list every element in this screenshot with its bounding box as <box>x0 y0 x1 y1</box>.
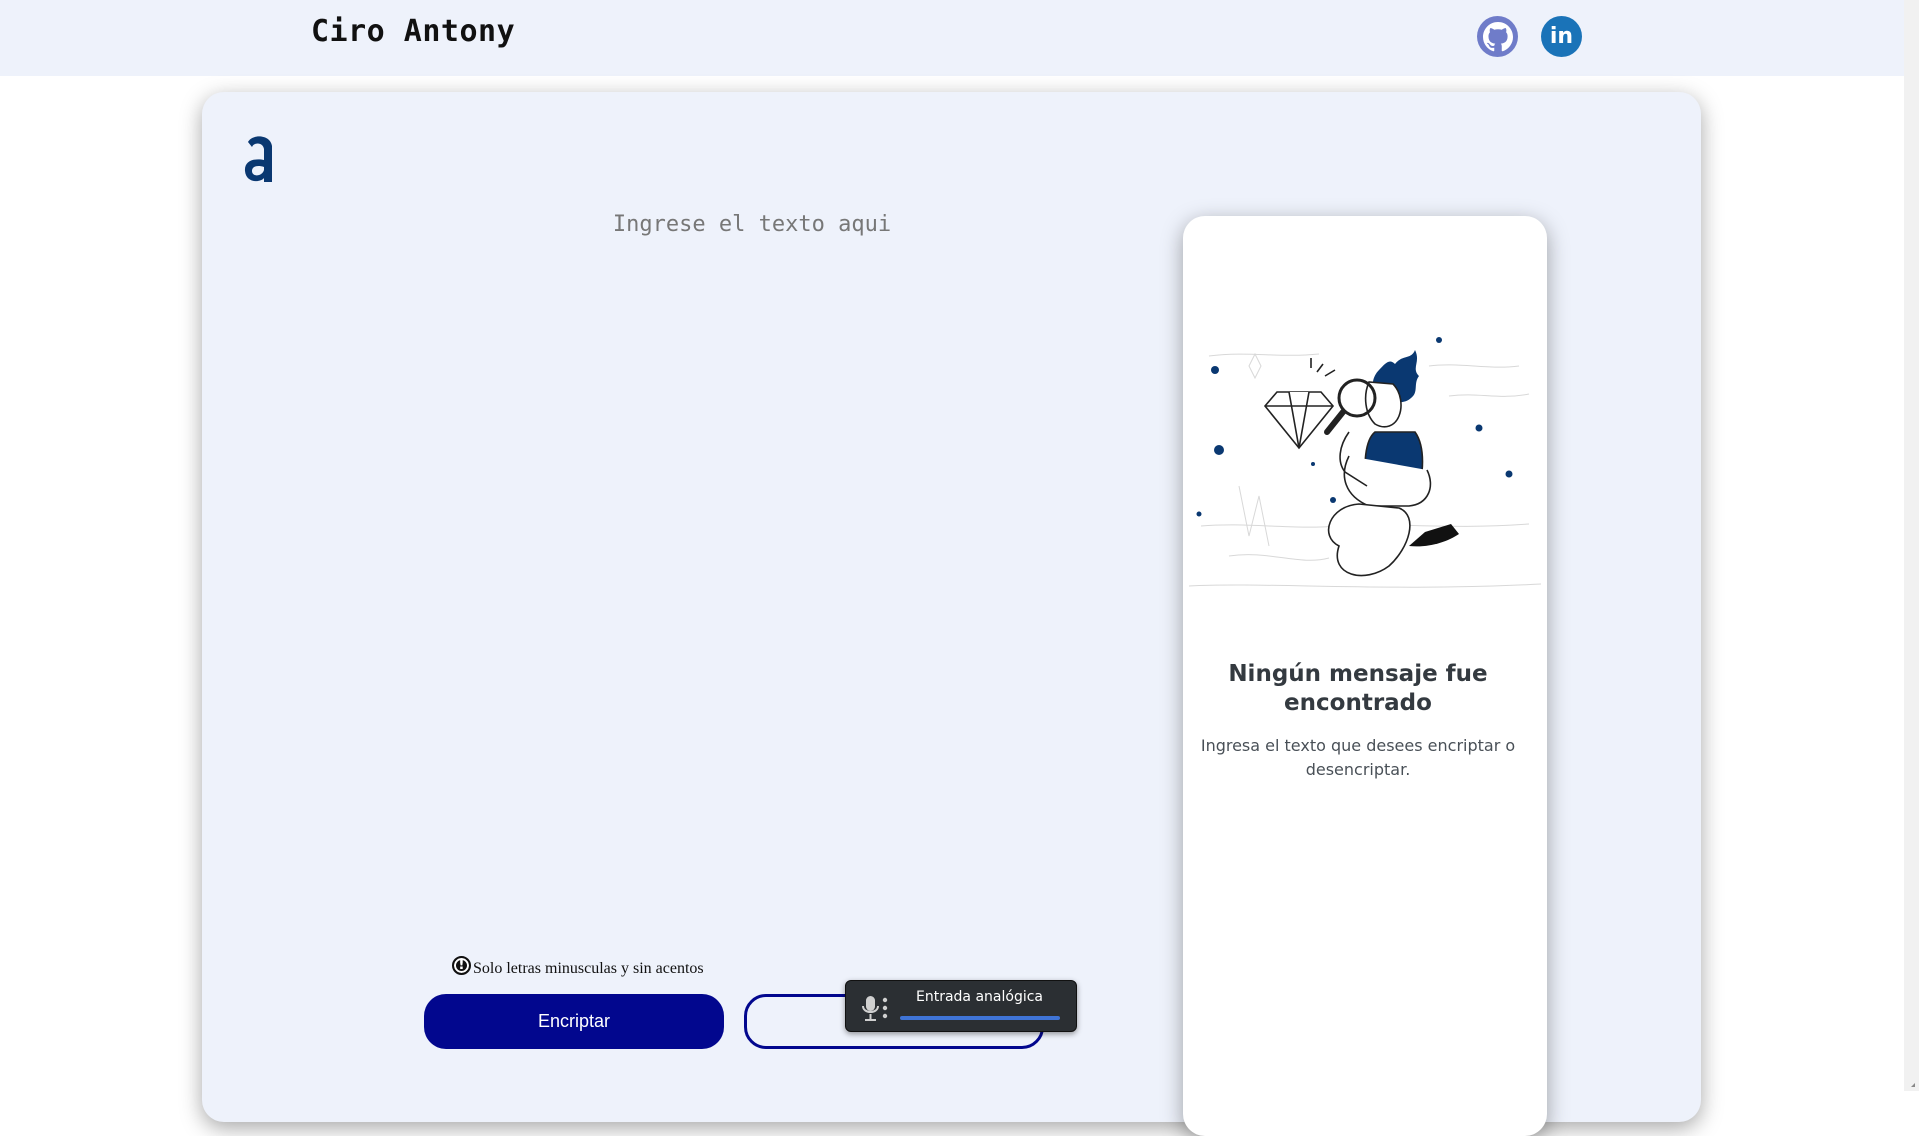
alura-logo-icon <box>244 136 272 182</box>
page-scrollbar[interactable] <box>1904 0 1919 1091</box>
hint-text: Solo letras minusculas y sin acentos <box>473 960 704 977</box>
exclamation-icon: ! <box>452 955 471 975</box>
input-hint: ! Solo letras minusculas y sin acentos <box>452 955 752 978</box>
brand-name: Ciro Antony <box>311 14 516 49</box>
tooltip-level-bar <box>900 1016 1060 1020</box>
linkedin-link[interactable]: in <box>1541 16 1582 57</box>
output-text: Ingresa el texto que desees encriptar o … <box>1200 736 1516 779</box>
top-bar: Ciro Antony in <box>0 0 1904 76</box>
person-with-magnifier-illustration <box>1189 337 1541 588</box>
voice-input-tooltip[interactable]: Entrada analógica <box>845 980 1077 1032</box>
main-card: ! Solo letras minusculas y sin acentos E… <box>202 92 1701 1136</box>
microphone-icon <box>862 996 888 1021</box>
github-link[interactable] <box>1477 16 1518 57</box>
output-title: Ningún mensaje fue encontrado <box>1228 661 1488 716</box>
encrypt-button[interactable]: Encriptar <box>424 994 724 1049</box>
tooltip-text: Entrada analógica <box>916 989 1043 1005</box>
github-icon <box>1482 21 1513 51</box>
scroll-down-arrow-icon[interactable] <box>1907 1083 1915 1087</box>
text-input[interactable] <box>472 212 1032 942</box>
output-panel: Ningún mensaje fue encontrado Ingresa el… <box>1183 216 1547 1136</box>
linkedin-icon: in <box>1549 24 1574 49</box>
